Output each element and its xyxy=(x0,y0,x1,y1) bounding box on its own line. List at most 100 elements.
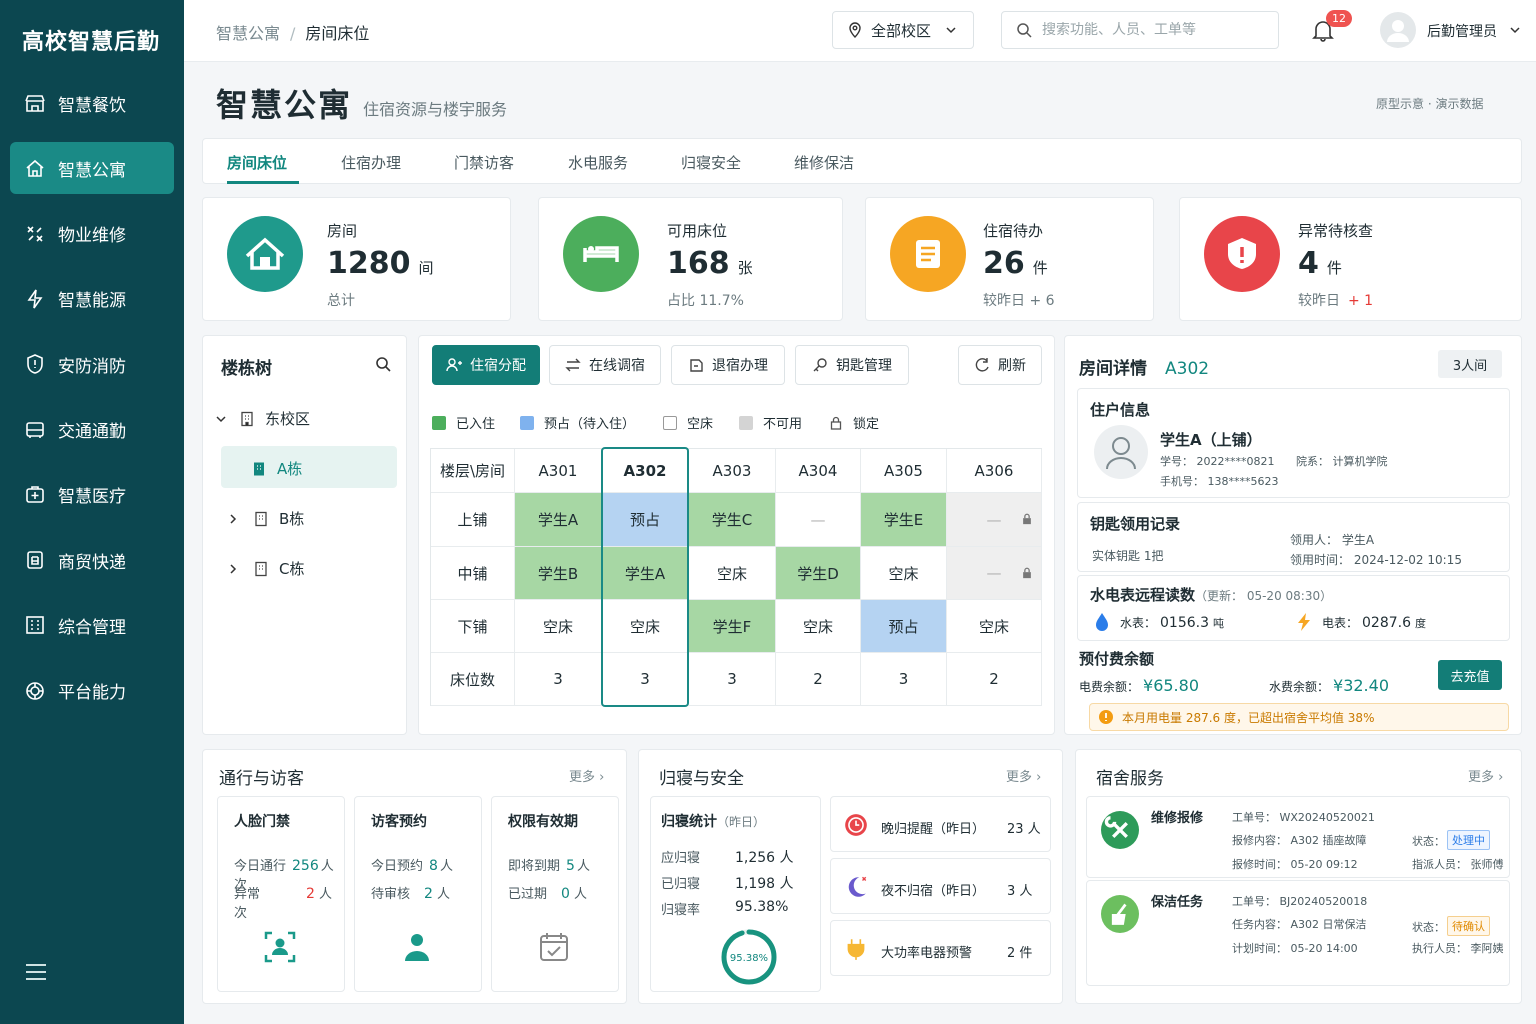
bed-cell[interactable]: — xyxy=(947,547,1042,600)
bed-cell[interactable]: 空床 xyxy=(689,547,776,600)
bed-cell[interactable]: 空床 xyxy=(515,600,602,653)
room-header-A303[interactable]: A303 xyxy=(689,449,776,493)
stat-icon-2 xyxy=(563,216,639,292)
bed-cell[interactable]: 学生F xyxy=(689,600,776,653)
moon-icon xyxy=(848,876,867,897)
bed-cell[interactable]: 学生E xyxy=(861,493,947,547)
room-header-A304[interactable]: A304 xyxy=(776,449,861,493)
safety-more-link[interactable]: 更多 › xyxy=(1006,766,1041,785)
sidebar-item-7[interactable]: 智慧医疗 xyxy=(10,469,174,521)
tree-node-a[interactable]: A栋 xyxy=(251,458,302,479)
sidebar-item-8[interactable]: 商贸快递 xyxy=(10,534,174,586)
access-more-link[interactable]: 更多 › xyxy=(569,766,604,785)
access-card-3[interactable]: 权限有效期 即将到期 5 人已过期 0 人 xyxy=(491,796,619,992)
room-header-A301[interactable]: A301 xyxy=(515,449,602,493)
room-header-A305[interactable]: A305 xyxy=(861,449,947,493)
access-card-2[interactable]: 访客预约 今日预约 8 人待审核 2 人 xyxy=(354,796,482,992)
menu-icon[interactable] xyxy=(26,964,46,982)
tab-3[interactable]: 门禁访客 xyxy=(454,152,514,173)
legend-item-2: 预占（待入住） xyxy=(520,413,635,432)
bed-cell[interactable]: 学生C xyxy=(689,493,776,547)
bed-cell[interactable]: 空床 xyxy=(776,600,861,653)
service-more-link[interactable]: 更多 › xyxy=(1468,766,1503,785)
bed-cell[interactable]: 学生D xyxy=(776,547,861,600)
legend-swatch xyxy=(520,415,534,430)
bed-cell[interactable]: 学生A xyxy=(602,547,689,600)
tree-root-label: 东校区 xyxy=(265,410,311,428)
tab-2[interactable]: 住宿办理 xyxy=(341,152,401,173)
tree-root-east[interactable]: 东校区 xyxy=(215,408,310,429)
bed-row-label: 下铺 xyxy=(431,600,515,653)
bed-cell[interactable]: — xyxy=(947,493,1042,547)
tree-node-a-selected[interactable] xyxy=(221,446,397,488)
service-time: 报修时间： 05-20 09:12 xyxy=(1232,858,1358,871)
bed-cell[interactable]: 空床 xyxy=(602,600,689,653)
safety-alert-value: 23 人 xyxy=(1007,822,1041,837)
bed-cell[interactable]: 预占 xyxy=(861,600,947,653)
legend-label: 预占（待入住） xyxy=(544,417,636,432)
bed-cell[interactable]: 学生B xyxy=(515,547,602,600)
bed-cell[interactable]: 空床 xyxy=(861,547,947,600)
tab-4[interactable]: 水电服务 xyxy=(568,152,628,173)
stat-card-3: 住宿待办 26 件较昨日 + 6 xyxy=(865,197,1154,321)
safety-alert-2[interactable]: 夜不归宿（昨日） 3 人 xyxy=(830,858,1051,914)
lightning-icon xyxy=(1298,613,1310,631)
legend-label: 不可用 xyxy=(763,417,803,432)
transfer-button[interactable]: 在线调宿 xyxy=(549,345,661,385)
bed-cell[interactable]: 学生A xyxy=(515,493,602,547)
sidebar-item-2[interactable]: 智慧公寓 xyxy=(10,142,174,195)
sidebar-item-5[interactable]: 安防消防 xyxy=(10,338,174,390)
checkout-button[interactable]: 退宿办理 xyxy=(671,345,785,385)
campus-select[interactable]: 全部校区 xyxy=(832,11,974,49)
user-name[interactable]: 后勤管理员 xyxy=(1427,21,1521,41)
access-row-2: 待审核 2 人 xyxy=(371,886,450,902)
stat-label: 房间 xyxy=(327,222,358,240)
avatar[interactable] xyxy=(1380,12,1416,48)
safety-alert-1[interactable]: 晚归提醒（昨日） 23 人 xyxy=(830,796,1051,852)
stat-value: 4件 xyxy=(1298,246,1342,281)
service-item-1[interactable]: 维修报修 工单号： WX20240520021 报修内容： A302 插座故障 报修时… xyxy=(1086,796,1510,878)
key-manage-button[interactable]: 钥匙管理 xyxy=(795,345,909,385)
access-title: 通行与访客 xyxy=(219,769,304,789)
room-header-A306[interactable]: A306 xyxy=(947,449,1042,493)
tree-node-b-label: B栋 xyxy=(279,510,305,528)
safety-alert-value: 3 人 xyxy=(1007,884,1033,899)
sidebar-item-9[interactable]: 综合管理 xyxy=(10,599,174,651)
bed-cell[interactable]: 预占 xyxy=(602,493,689,547)
sidebar-item-4[interactable]: 智慧能源 xyxy=(10,273,174,325)
breadcrumb-root[interactable]: 智慧公寓 xyxy=(216,24,280,43)
room-header-A302[interactable]: A302 xyxy=(602,449,689,493)
sidebar-item-1[interactable]: 智慧餐饮 xyxy=(10,77,174,129)
chevron-right-icon xyxy=(230,513,237,524)
tree-node-c[interactable]: C栋 xyxy=(227,558,304,579)
building-icon xyxy=(255,561,267,576)
sidebar-item-10[interactable]: 平台能力 xyxy=(10,665,174,717)
access-card-1[interactable]: 人脸门禁 今日通行 256 人次 异常 2 人次 xyxy=(217,796,345,992)
safety-alert-3[interactable]: 大功率电器预警 2 件 xyxy=(830,920,1051,976)
search-input[interactable] xyxy=(1042,22,1262,38)
button-label: 在线调宿 xyxy=(589,358,645,374)
legend-swatch xyxy=(663,415,677,430)
document-icon xyxy=(690,359,703,372)
topbar: 智慧公寓/房间床位 全部校区 12 后勤管理员 xyxy=(184,0,1536,62)
water-meter: 水表： 0156.3 吨 xyxy=(1120,615,1225,631)
tab-1[interactable]: 房间床位 xyxy=(227,152,287,173)
tab-5[interactable]: 归寝安全 xyxy=(681,152,741,173)
bed-cell[interactable]: — xyxy=(776,493,861,547)
app-logo: 高校智慧后勤 xyxy=(22,30,161,55)
bed-cell[interactable]: 空床 xyxy=(947,600,1042,653)
recharge-button[interactable]: 去充值 xyxy=(1438,660,1502,690)
balance-title: 预付费余额 xyxy=(1079,650,1155,668)
sidebar-item-6[interactable]: 交通通勤 xyxy=(10,404,174,456)
sidebar-item-3[interactable]: 物业维修 xyxy=(10,208,174,260)
tab-6[interactable]: 维修保洁 xyxy=(794,152,854,173)
chevron-down-icon xyxy=(946,27,956,34)
assign-button[interactable]: 住宿分配 xyxy=(432,345,540,385)
tree-node-b[interactable]: B栋 xyxy=(227,508,304,529)
page-title: 智慧公寓 xyxy=(216,86,353,124)
refresh-button[interactable]: 刷新 xyxy=(958,345,1042,385)
bed-count: 2 xyxy=(947,653,1042,706)
search-icon[interactable] xyxy=(375,356,391,372)
service-item-2[interactable]: 保洁任务 工单号： BJ20240520018 任务内容： A302 日常保洁 计划时… xyxy=(1086,880,1510,986)
return-stat-row: 应归寝 1,256 人 xyxy=(661,850,794,866)
